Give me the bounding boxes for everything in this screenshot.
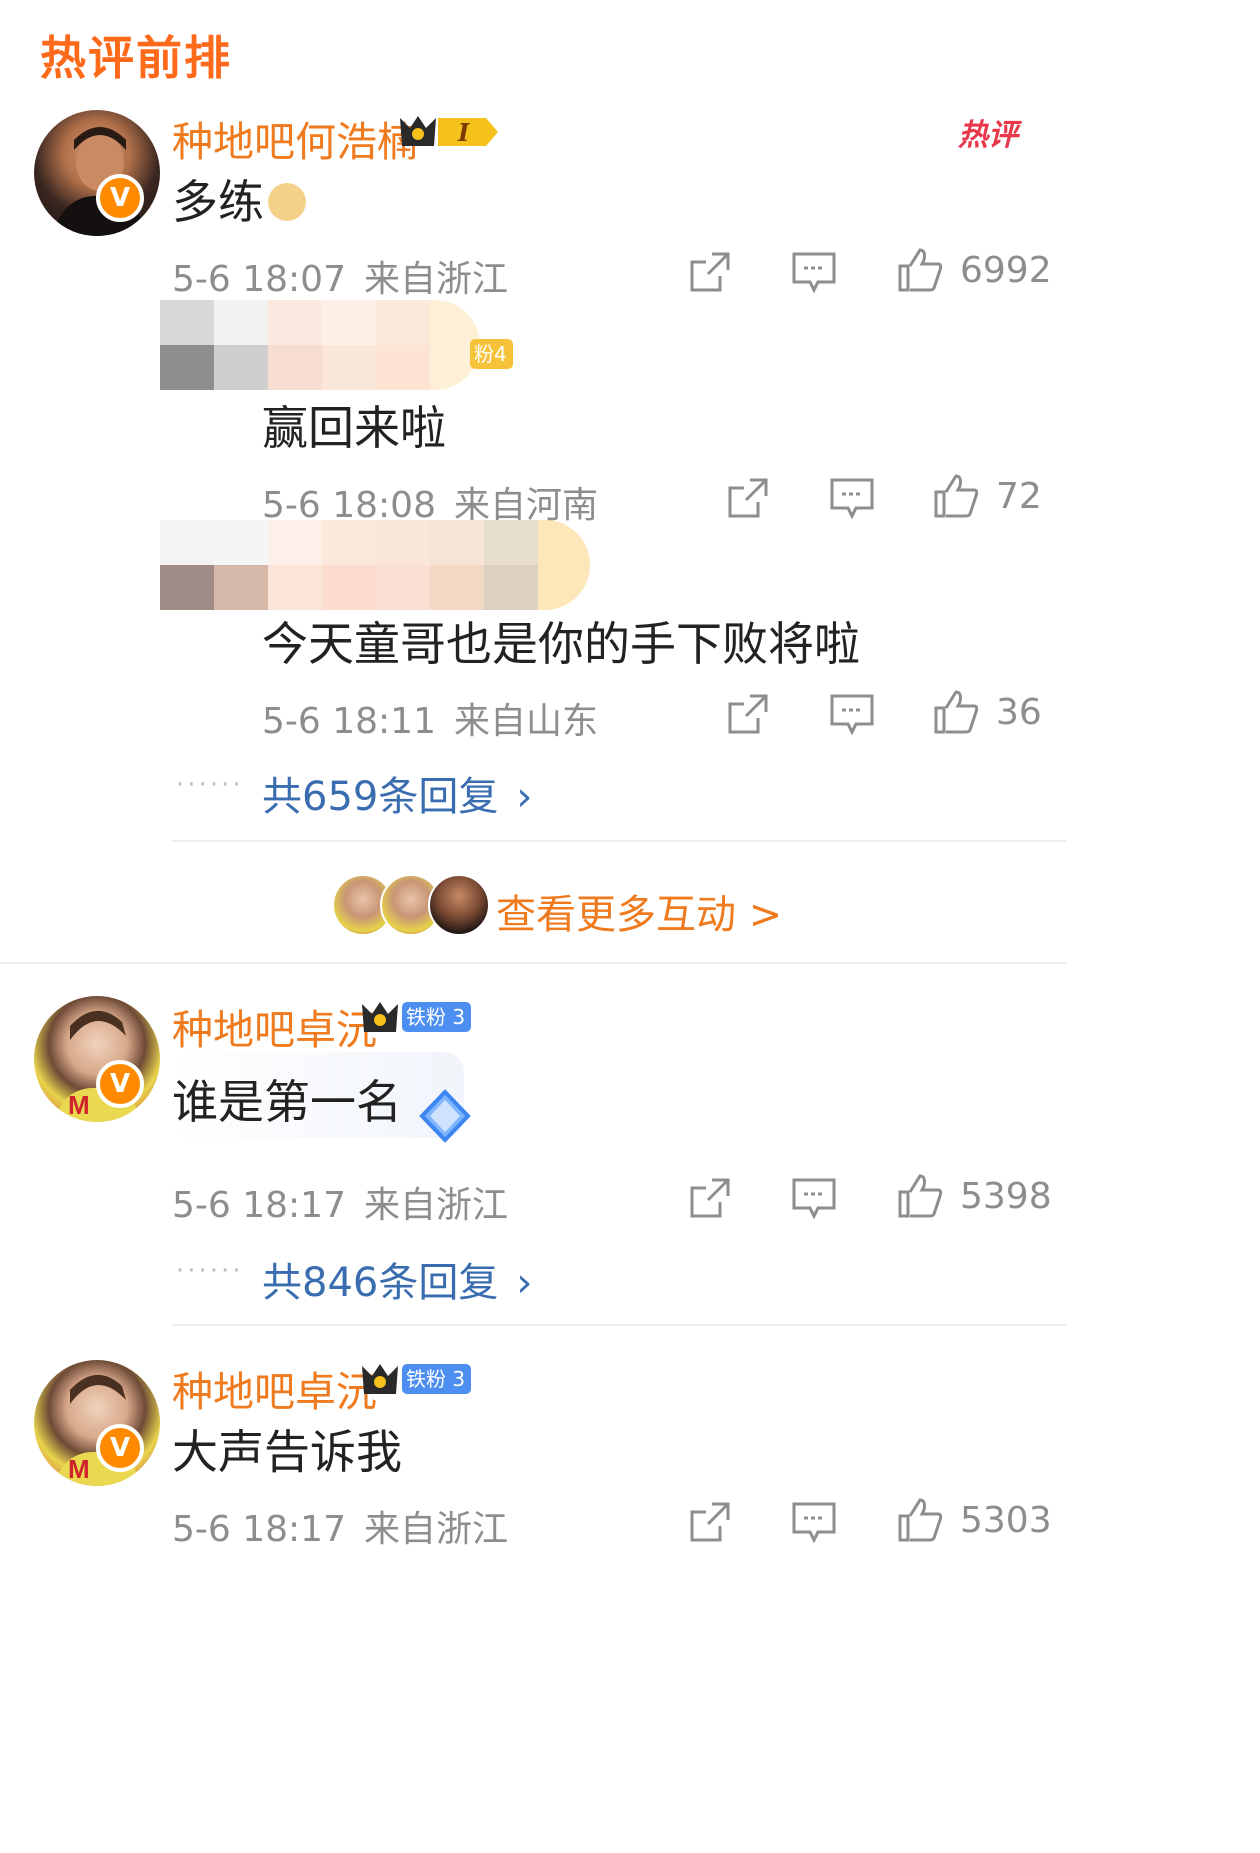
reply-meta: 5-6 18:11 来自山东	[262, 692, 598, 744]
comment-meta: 5-6 18:17 来自浙江	[172, 1500, 508, 1552]
share-icon[interactable]	[724, 690, 772, 738]
avatar[interactable]: M	[34, 1360, 160, 1486]
reply-text: 赢回来啦	[262, 401, 446, 455]
more-interactions-link[interactable]: 查看更多互动 >	[496, 882, 782, 940]
thumbs-up-icon[interactable]	[896, 1172, 944, 1220]
share-icon[interactable]	[686, 1498, 734, 1546]
comment-location: 来自浙江	[364, 259, 509, 300]
doge-emoji-icon	[268, 182, 306, 221]
avatar[interactable]	[34, 110, 160, 236]
share-icon[interactable]	[686, 248, 734, 296]
crown-icon	[362, 1002, 398, 1032]
verified-v-icon: V	[96, 1424, 144, 1472]
comment-meta: 5-6 18:07 来自浙江	[172, 250, 508, 302]
comment-location: 来自浙江	[364, 1185, 509, 1226]
fan-badge: 铁粉 3	[402, 1002, 472, 1032]
avatar-silhouette: M	[54, 1010, 142, 1122]
hot-comment-badge: 热评	[958, 118, 1018, 153]
more-dots: ······	[176, 770, 244, 800]
blurred-reply-user	[160, 520, 590, 610]
comment-icon[interactable]	[828, 690, 876, 738]
section-title: 热评前排	[40, 31, 232, 85]
avatar[interactable]: M	[34, 996, 160, 1122]
crown-icon	[362, 1364, 398, 1394]
reply-time: 5-6 18:11	[262, 701, 436, 742]
thumbs-up-icon[interactable]	[896, 1496, 944, 1544]
svg-text:M: M	[68, 1454, 90, 1484]
comment-time: 5-6 18:17	[172, 1509, 346, 1550]
chevron-right-icon: ›	[516, 774, 533, 820]
thumbs-up-icon[interactable]	[896, 246, 944, 294]
avatar	[428, 874, 490, 936]
comment-text-content: 多练	[172, 175, 264, 229]
chevron-right-icon: ›	[516, 1260, 533, 1306]
username[interactable]: 种地吧卓沅	[172, 996, 377, 1056]
level-label: I	[457, 118, 470, 147]
crown-icon: I	[400, 116, 498, 147]
username[interactable]: 种地吧何浩楠	[172, 108, 418, 168]
comment-meta: 5-6 18:17 来自浙江	[172, 1176, 508, 1228]
fan-badge-partial: 粉4	[470, 339, 513, 369]
svg-text:M: M	[68, 1090, 90, 1120]
verified-v-icon: V	[96, 174, 144, 222]
comment-location: 来自浙江	[364, 1509, 509, 1550]
view-replies-link[interactable]: 共659条回复 ›	[262, 764, 532, 822]
more-dots: ······	[176, 1256, 244, 1286]
reply-count-text: 共659条回复	[262, 774, 499, 820]
comment-text: 大声告诉我	[172, 1425, 402, 1479]
like-count: 72	[996, 476, 1042, 517]
like-count: 5398	[960, 1176, 1052, 1217]
comment-icon[interactable]	[790, 248, 838, 296]
diamond-sticker-icon	[419, 1089, 471, 1143]
section-divider	[0, 962, 1066, 964]
avatar-silhouette: M	[54, 1374, 142, 1486]
username[interactable]: 种地吧卓沅	[172, 1358, 377, 1418]
verified-v-icon: V	[96, 1060, 144, 1108]
share-icon[interactable]	[724, 474, 772, 522]
view-replies-link[interactable]: 共846条回复 ›	[262, 1250, 532, 1308]
comment-text: 多练	[172, 166, 306, 232]
like-count: 6992	[960, 250, 1052, 291]
divider	[172, 840, 1066, 842]
avatar-silhouette	[52, 127, 148, 236]
comment-icon[interactable]	[828, 474, 876, 522]
thumbs-up-icon[interactable]	[932, 472, 980, 520]
comment-icon[interactable]	[790, 1174, 838, 1222]
reply-text: 今天童哥也是你的手下败将啦	[262, 617, 860, 671]
divider	[172, 1324, 1066, 1326]
comment-time: 5-6 18:07	[172, 259, 346, 300]
thumbs-up-icon[interactable]	[932, 688, 980, 736]
blurred-reply-user	[160, 300, 480, 390]
like-count: 36	[996, 692, 1042, 733]
like-count: 5303	[960, 1500, 1052, 1541]
comment-time: 5-6 18:17	[172, 1185, 346, 1226]
comment-icon[interactable]	[790, 1498, 838, 1546]
fan-badge: 铁粉 3	[402, 1364, 472, 1394]
comment-text: 谁是第一名	[172, 1075, 402, 1129]
reply-location: 来自山东	[454, 701, 599, 742]
share-icon[interactable]	[686, 1174, 734, 1222]
reply-count-text: 共846条回复	[262, 1260, 499, 1306]
